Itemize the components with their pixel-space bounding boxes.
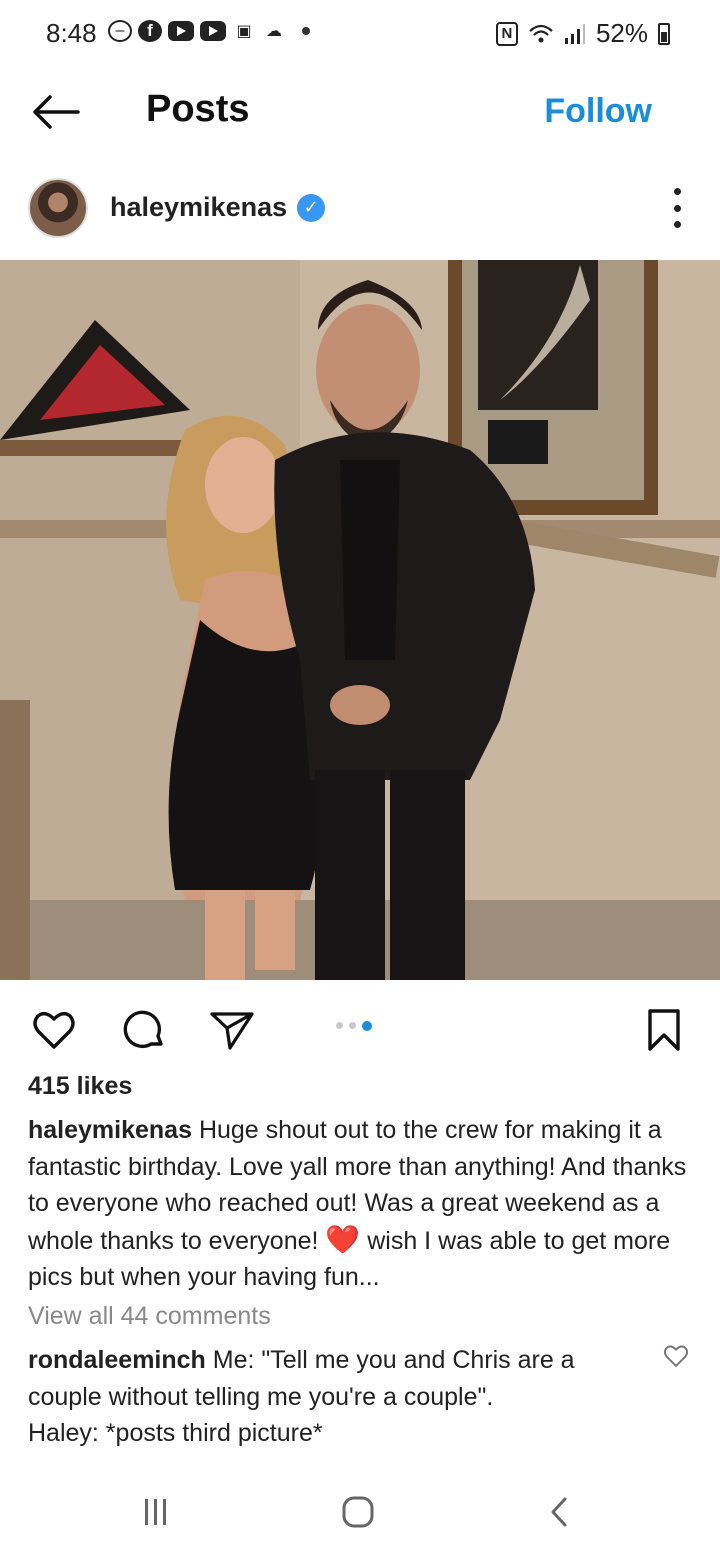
bookmark-icon — [648, 1009, 680, 1051]
system-status: N 52% — [495, 18, 670, 49]
cloud-icon: ☁ — [266, 23, 282, 40]
wifi-icon — [529, 24, 553, 42]
heart-outline-icon — [663, 1345, 689, 1367]
page-title: Posts — [146, 88, 250, 130]
save-button[interactable] — [640, 1006, 688, 1054]
battery-percent: 52% — [595, 18, 648, 48]
carousel-dot-active — [362, 1021, 372, 1031]
back-nav-button[interactable] — [540, 1492, 580, 1532]
more-options-icon[interactable] — [672, 188, 682, 228]
like-button[interactable] — [30, 1006, 78, 1054]
home-icon — [342, 1496, 374, 1528]
home-button[interactable] — [338, 1492, 378, 1532]
carousel-indicator — [336, 1021, 372, 1031]
status-time: 8:48 — [46, 18, 97, 48]
do-not-disturb-icon: – — [108, 20, 132, 42]
post-header: haleymikenas ✓ — [0, 170, 720, 254]
post-actions — [0, 990, 720, 1070]
comment-item: rondaleeminch Me: "Tell me you and Chris… — [28, 1342, 648, 1452]
likes-count[interactable]: 415 likes — [28, 1072, 132, 1101]
carousel-dot — [349, 1022, 356, 1029]
caption-username[interactable]: haleymikenas — [28, 1116, 192, 1144]
top-app-bar: Posts Follow — [0, 70, 720, 154]
heart-icon — [33, 1011, 75, 1049]
send-icon — [210, 1012, 254, 1050]
signal-icon — [564, 23, 585, 44]
comment-button[interactable] — [120, 1006, 168, 1054]
comment-like-button[interactable] — [662, 1342, 690, 1370]
post-photo[interactable] — [0, 260, 720, 980]
follow-button[interactable]: Follow — [544, 92, 652, 131]
avatar[interactable] — [28, 178, 88, 238]
share-button[interactable] — [208, 1006, 256, 1054]
youtube-icon — [200, 21, 226, 41]
verified-badge-icon: ✓ — [297, 193, 326, 222]
recent-apps-button[interactable] — [136, 1492, 176, 1532]
nfc-icon: N — [495, 21, 518, 46]
arrow-left-icon — [33, 95, 80, 129]
dot-icon — [302, 27, 310, 35]
back-button[interactable] — [28, 90, 84, 134]
view-all-comments-link[interactable]: View all 44 comments — [28, 1302, 271, 1331]
facebook-icon: f — [138, 20, 162, 42]
battery-icon — [658, 22, 670, 45]
post-username[interactable]: haleymikenas — [110, 192, 287, 223]
photo-icon: ▣ — [236, 23, 252, 40]
carousel-dot — [336, 1022, 343, 1029]
recent-apps-icon — [145, 1499, 166, 1525]
photo-illustration — [0, 260, 720, 980]
system-navigation-bar — [0, 1470, 720, 1560]
comment-icon — [123, 1010, 163, 1049]
youtube-icon — [168, 21, 194, 41]
status-bar: 8:48 – f ▣ ☁ N 52% — [0, 0, 720, 70]
chevron-left-icon — [551, 1497, 567, 1527]
comment-username[interactable]: rondaleeminch — [28, 1346, 206, 1374]
author[interactable]: haleymikenas ✓ — [110, 192, 326, 223]
post-caption: haleymikenas Huge shout out to the crew … — [28, 1112, 698, 1296]
red-heart-emoji: ❤️ — [325, 1223, 361, 1255]
notification-icons: – f ▣ ☁ — [108, 20, 310, 42]
